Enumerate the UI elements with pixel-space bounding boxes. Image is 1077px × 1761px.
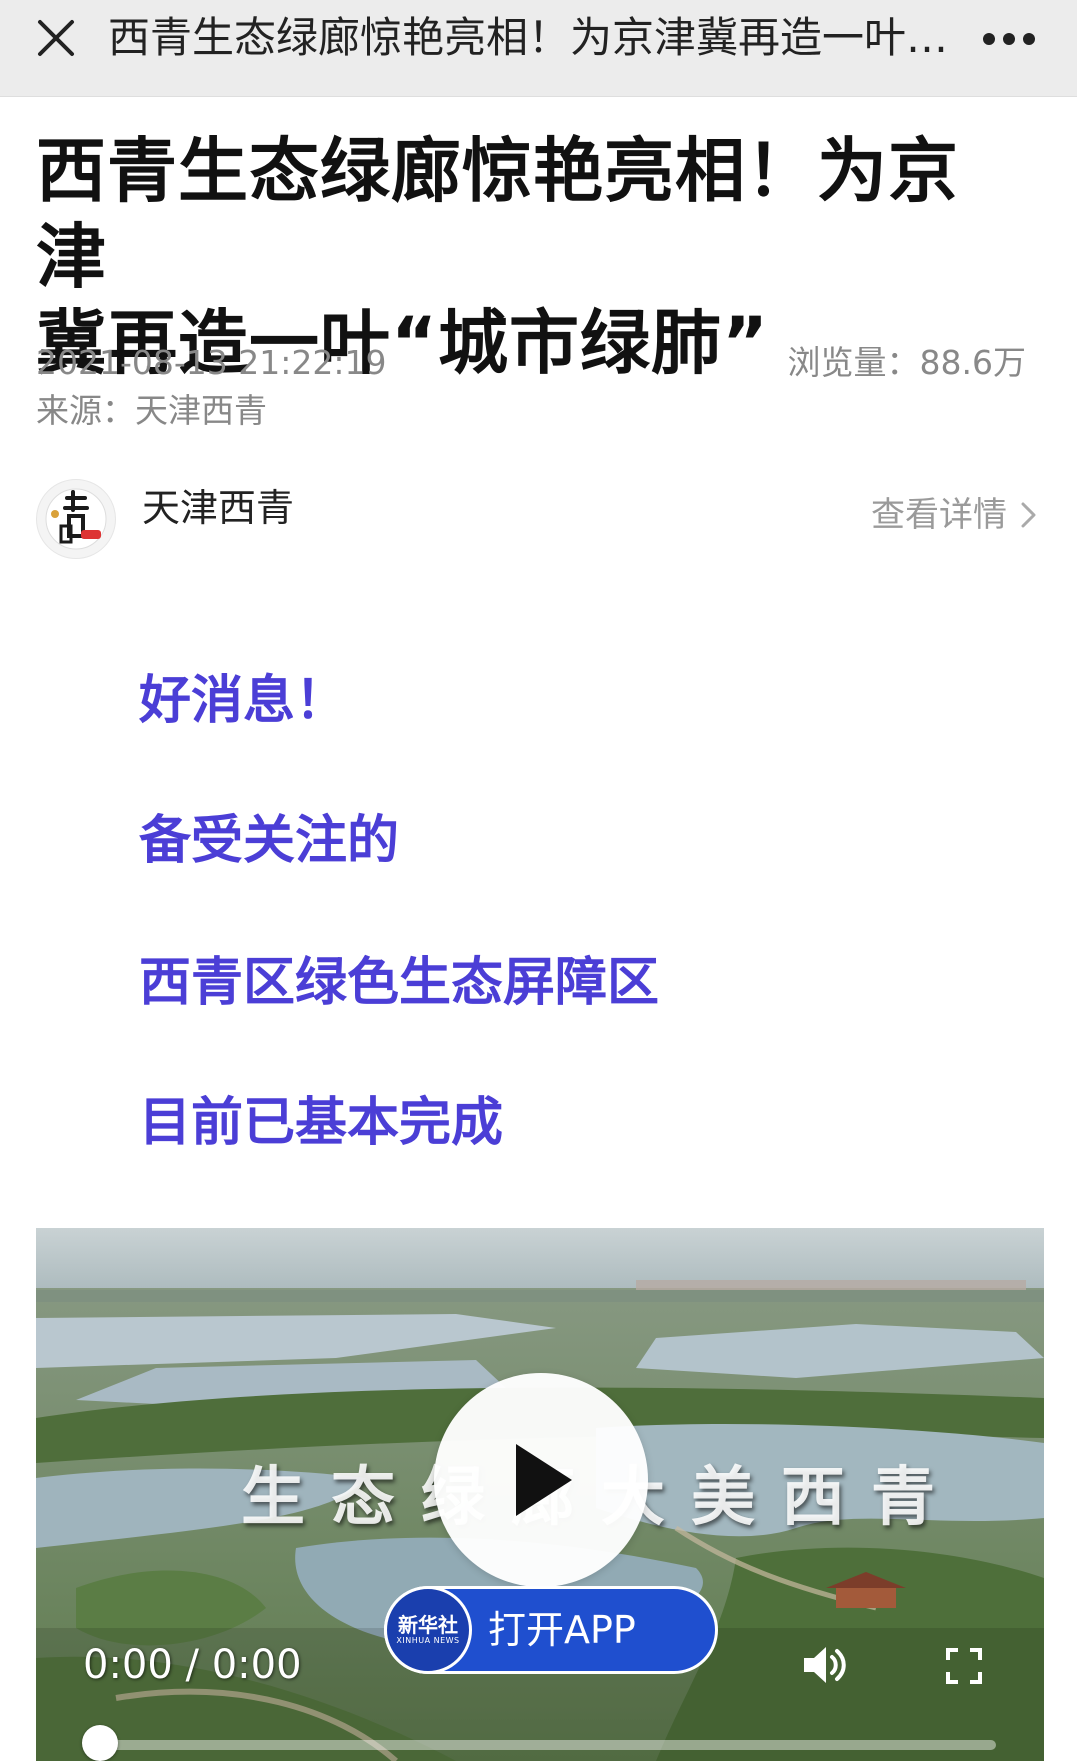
highlight-line: 目前已基本完成 <box>139 1093 504 1153</box>
publish-date: 2021-08-13 21:22:19 <box>36 343 387 382</box>
xinhua-logo-subtext: XINHUA NEWS <box>396 1636 460 1645</box>
fullscreen-button[interactable] <box>940 1642 988 1690</box>
play-button[interactable] <box>434 1373 648 1587</box>
more-button[interactable] <box>977 14 1041 64</box>
more-icon <box>983 33 1035 45</box>
chevron-right-icon <box>1021 502 1036 528</box>
open-app-button[interactable]: 新华社 XINHUA NEWS 打开APP <box>384 1586 718 1674</box>
highlight-line: 备受关注的 <box>139 811 400 871</box>
open-app-label: 打开APP <box>488 1608 636 1652</box>
video-player[interactable]: 生态绿廊大美西青 新华社 XINHUA NEWS 打开APP 0:00 / 0:… <box>36 1228 1044 1761</box>
volume-icon <box>804 1647 846 1683</box>
volume-button[interactable] <box>798 1640 854 1690</box>
article-source: 来源：天津西青 <box>36 391 267 430</box>
view-details-label: 查看详情 <box>871 495 1007 535</box>
xinhua-logo-text: 新华社 <box>398 1613 458 1637</box>
xinhua-logo-icon: 新华社 XINHUA NEWS <box>384 1586 472 1674</box>
avatar[interactable] <box>36 479 116 559</box>
view-details-link[interactable]: 查看详情 <box>871 493 1041 537</box>
fullscreen-icon <box>946 1648 982 1684</box>
top-navigation-bar: 西青生态绿廊惊艳亮相！为京津冀再造一叶“城市绿肺” <box>0 0 1077 97</box>
close-icon <box>38 20 74 56</box>
highlight-line: 好消息！ <box>139 671 348 731</box>
play-icon <box>516 1444 572 1516</box>
account-name[interactable]: 天津西青 <box>142 485 294 531</box>
progress-thumb[interactable] <box>82 1725 118 1761</box>
progress-bar[interactable] <box>96 1740 996 1750</box>
highlight-line: 西青区绿色生态屏障区 <box>139 953 660 1013</box>
topbar-title: 西青生态绿廊惊艳亮相！为京津冀再造一叶“城市绿肺” <box>108 13 958 62</box>
view-count: 浏览量：88.6万 <box>787 343 1026 382</box>
time-display: 0:00 / 0:00 <box>83 1642 302 1688</box>
account-logo-icon <box>45 488 107 550</box>
close-button[interactable] <box>26 8 86 68</box>
account-row[interactable]: 天津西青 查看详情 <box>36 475 1041 565</box>
article-title-line-1: 西青生态绿廊惊艳亮相！为京津 <box>36 130 959 298</box>
